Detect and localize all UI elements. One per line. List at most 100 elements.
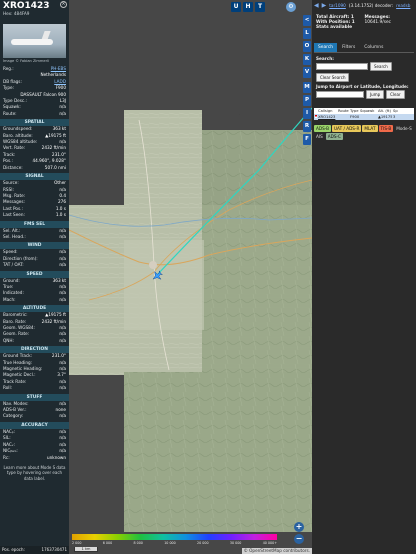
- map-plain-area: [124, 240, 204, 330]
- zoom-out-button[interactable]: −: [294, 534, 304, 544]
- aircraft-sections: SPATIAL Groundspeed: 363 kt Baro. altitude:…: [0, 119, 69, 461]
- version-bar: ◀ ▶ tar1090 (3.14.1752) decoder: readsb: [312, 0, 416, 11]
- search-area: Search: Search Clear Search Jump to Airp…: [312, 53, 416, 102]
- source-badge-mlat[interactable]: MLAT: [362, 124, 378, 132]
- map-button-k[interactable]: K: [303, 54, 311, 65]
- source-badge-ads-b[interactable]: ADS-B: [314, 124, 331, 132]
- detail-value: n/a: [59, 110, 66, 116]
- info-label: Category:: [3, 413, 24, 419]
- info-row: Sel. Head.: n/a: [0, 234, 69, 240]
- prev-arrow-icon[interactable]: ◀: [314, 2, 319, 9]
- version-link[interactable]: tar1090: [329, 3, 346, 8]
- legend-label: 8 000: [133, 541, 143, 545]
- map-button-o[interactable]: O: [303, 41, 311, 52]
- pos-epoch-label: Pos. epoch:: [2, 547, 25, 552]
- hex-value: 484FA9: [13, 11, 30, 16]
- info-label: QNH:: [3, 337, 14, 343]
- map-button-v[interactable]: V: [303, 67, 311, 78]
- decoder-link[interactable]: readsb: [396, 3, 410, 8]
- next-arrow-icon[interactable]: ▶: [322, 2, 327, 9]
- search-input[interactable]: [316, 62, 368, 70]
- map-view[interactable]: · U H T ⚙ 2 000 6 000 8 000 10 000 20 000 30 …: [69, 0, 312, 554]
- source-badge-tis-b[interactable]: TIS-B: [378, 124, 394, 132]
- info-row: Distance: 507.0 nmi: [0, 165, 69, 171]
- map-side-buttons: < LOKVMPIRF: [303, 15, 311, 147]
- section-header-speed: SPEED: [0, 270, 69, 278]
- table-row[interactable]: XRO1423 F900 ▲19175 3: [314, 113, 414, 120]
- map-tile-top: [124, 110, 202, 210]
- aircraft-details: Reg.: PH-EBS Netherlands DB flags: LADD Type:…: [0, 66, 69, 117]
- aircraft-list-panel: ◀ ▶ tar1090 (3.14.1752) decoder: readsb …: [312, 0, 416, 554]
- source-filter-badges: ADS-B UAT / ADS-R MLAT TIS-B Mode-S AIS ADS-C: [314, 124, 414, 140]
- section-header-signal: SIGNAL: [0, 173, 69, 181]
- map-button-t[interactable]: T: [255, 2, 265, 12]
- jump-input[interactable]: [316, 90, 364, 98]
- map-button-i[interactable]: I: [303, 108, 311, 119]
- close-icon[interactable]: ×: [60, 1, 67, 8]
- learn-more-text: Learn more about Mode S data type by hov…: [3, 464, 66, 481]
- map-scale: 1 km: [74, 547, 98, 552]
- tab-columns[interactable]: Columns: [360, 43, 387, 52]
- map-button-l[interactable]: L: [303, 28, 311, 39]
- info-row: QNH: n/a: [0, 338, 69, 344]
- source-badge-mode-s[interactable]: Mode-S: [394, 125, 414, 132]
- source-badge-ads-c[interactable]: ADS-C: [325, 132, 343, 140]
- stats-area: Total Aircraft: 1 With Position: 1 Stats…: [312, 11, 416, 31]
- hex-line: Hex: 484FA9: [3, 11, 66, 16]
- info-label: Roll:: [3, 385, 13, 391]
- section-header-altitude: ALTITUDE: [0, 305, 69, 313]
- info-value: 1.0 s: [55, 212, 66, 218]
- info-row: Category: n/a: [0, 413, 69, 419]
- clear-jump-button[interactable]: Clear: [386, 89, 405, 99]
- pos-epoch-value: 1763730471: [41, 547, 67, 552]
- map-button-f[interactable]: F: [303, 134, 311, 145]
- map-button-p[interactable]: P: [303, 95, 311, 106]
- map-button-m[interactable]: M: [303, 82, 311, 93]
- section-header-fms-sel: FMS SEL: [0, 220, 69, 228]
- info-value: n/a: [59, 233, 66, 239]
- aircraft-info-panel: XRO1423 Hex: 484FA9 × Image © Fabian Zim…: [0, 0, 69, 554]
- search-label: Search:: [316, 55, 334, 61]
- panel-tabs: Search Filters Columns: [314, 42, 414, 53]
- map-attribution[interactable]: © OpenStreetMap contributors.: [241, 548, 312, 554]
- legend-label: 30 000: [229, 541, 242, 545]
- info-row: Last Seen: 1.0 s: [0, 212, 69, 218]
- info-value: unknown: [46, 454, 66, 460]
- zoom-in-button[interactable]: +: [294, 522, 304, 532]
- legend-label: 10 000: [164, 541, 176, 545]
- aircraft-photo[interactable]: [3, 24, 66, 58]
- photo-plane: [11, 39, 53, 45]
- messages-rate: 10641.9/sec: [364, 20, 391, 26]
- clear-search-button[interactable]: Clear Search: [316, 72, 350, 82]
- map-button-u[interactable]: U: [231, 2, 241, 12]
- detail-label: Reg.:: [3, 66, 14, 71]
- stats-available[interactable]: Stats available: [316, 25, 365, 30]
- legend-label: 20 000: [197, 541, 209, 545]
- aircraft-table: Callsign Route Type Squawk Alt. (ft) Sp XRO14…: [314, 107, 414, 120]
- jump-button[interactable]: Jump: [366, 89, 385, 99]
- table-cell: XRO1423: [318, 114, 336, 119]
- info-value: n/a: [59, 385, 66, 391]
- map-button-h[interactable]: H: [243, 2, 253, 12]
- info-label: Sel. Head.:: [3, 233, 26, 239]
- section-header-accuracy: ACCURACY: [0, 421, 69, 429]
- collapse-left-icon[interactable]: <: [303, 15, 311, 26]
- version-text: (3.14.1752) decoder:: [348, 3, 394, 8]
- source-badge-ais[interactable]: AIS: [314, 133, 325, 140]
- tab-search[interactable]: Search: [314, 42, 338, 52]
- map-button-r[interactable]: R: [303, 121, 311, 132]
- callsign-title: XRO1423: [3, 1, 50, 11]
- section-header-wind: WIND: [0, 242, 69, 250]
- legend-label: 6 000: [102, 541, 113, 545]
- info-label: Distance:: [3, 164, 23, 170]
- table-cell: [359, 114, 377, 120]
- search-button[interactable]: Search: [370, 61, 392, 71]
- settings-gear-icon[interactable]: ⚙: [286, 2, 296, 12]
- detail-label: Route:: [3, 110, 17, 116]
- tab-filters[interactable]: Filters: [338, 43, 359, 52]
- zoom-controls: + −: [294, 520, 304, 544]
- section-header-spatial: SPATIAL: [0, 119, 69, 127]
- altitude-legend-labels: 2 000 6 000 8 000 10 000 20 000 30 000 40 000+: [72, 541, 277, 545]
- info-label: TAT / OAT:: [3, 262, 24, 268]
- source-badge-uat-ads-r[interactable]: UAT / ADS-R: [331, 124, 362, 132]
